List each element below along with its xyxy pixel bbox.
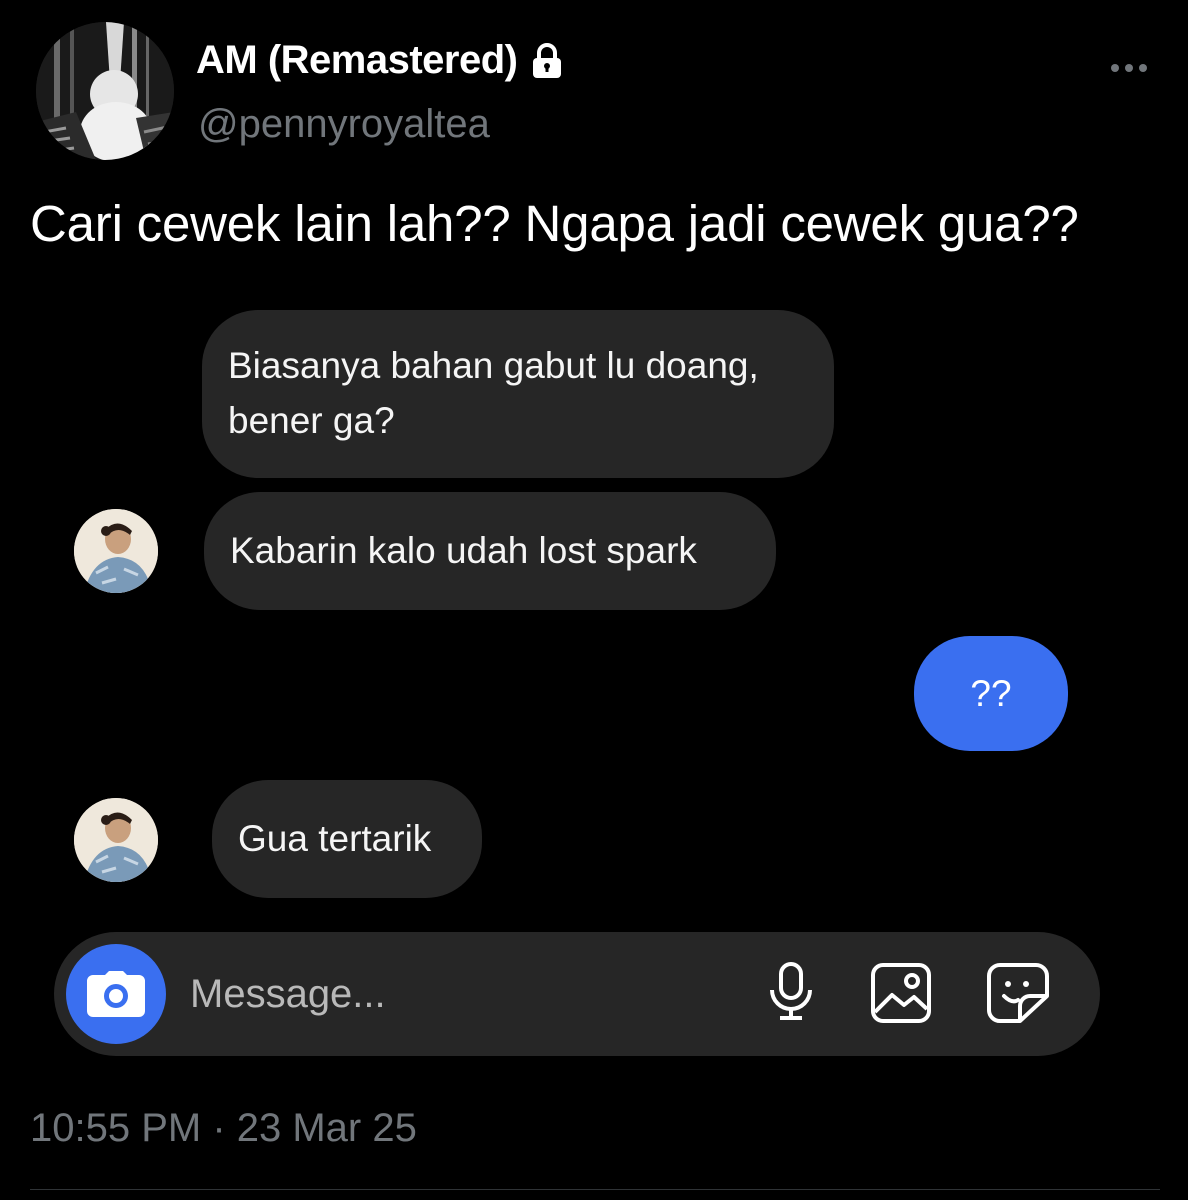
message-line: Biasanya bahan gabut lu doang, [228,345,759,386]
camera-icon [87,971,145,1017]
user-handle[interactable]: @pennyroyaltea [198,102,490,147]
message-input[interactable] [190,966,730,1022]
microphone-button[interactable] [762,960,824,1022]
display-name: AM (Remastered) [196,38,518,82]
microphone-icon [770,962,812,1020]
camera-button[interactable] [66,944,166,1044]
more-horizontal-icon [1111,64,1147,72]
gallery-icon [871,963,931,1023]
message-bubble-incoming: Gua tertarik [212,780,482,898]
profile-photo [36,22,174,160]
message-bubble-outgoing: ?? [914,636,1068,751]
gallery-button[interactable] [870,962,932,1024]
more-options-button[interactable] [1106,48,1152,88]
message-line: bener ga? [228,400,395,441]
message-bubble-incoming: Kabarin kalo udah lost spark [204,492,776,610]
tweet-text: Cari cewek lain lah?? Ngapa jadi cewek g… [30,195,1079,252]
profile-avatar[interactable] [36,22,174,160]
divider [30,1189,1160,1190]
chat-avatar [74,509,158,593]
chat-avatar [74,798,158,882]
tweet-timestamp[interactable]: 10:55 PM · 23 Mar 25 [30,1106,417,1151]
message-bubble-incoming: Biasanya bahan gabut lu doang, bener ga? [202,310,834,478]
lock-icon [527,41,567,81]
sticker-button[interactable] [986,962,1049,1024]
display-name-row[interactable]: AM (Remastered) [196,38,567,83]
sticker-icon [987,963,1049,1023]
